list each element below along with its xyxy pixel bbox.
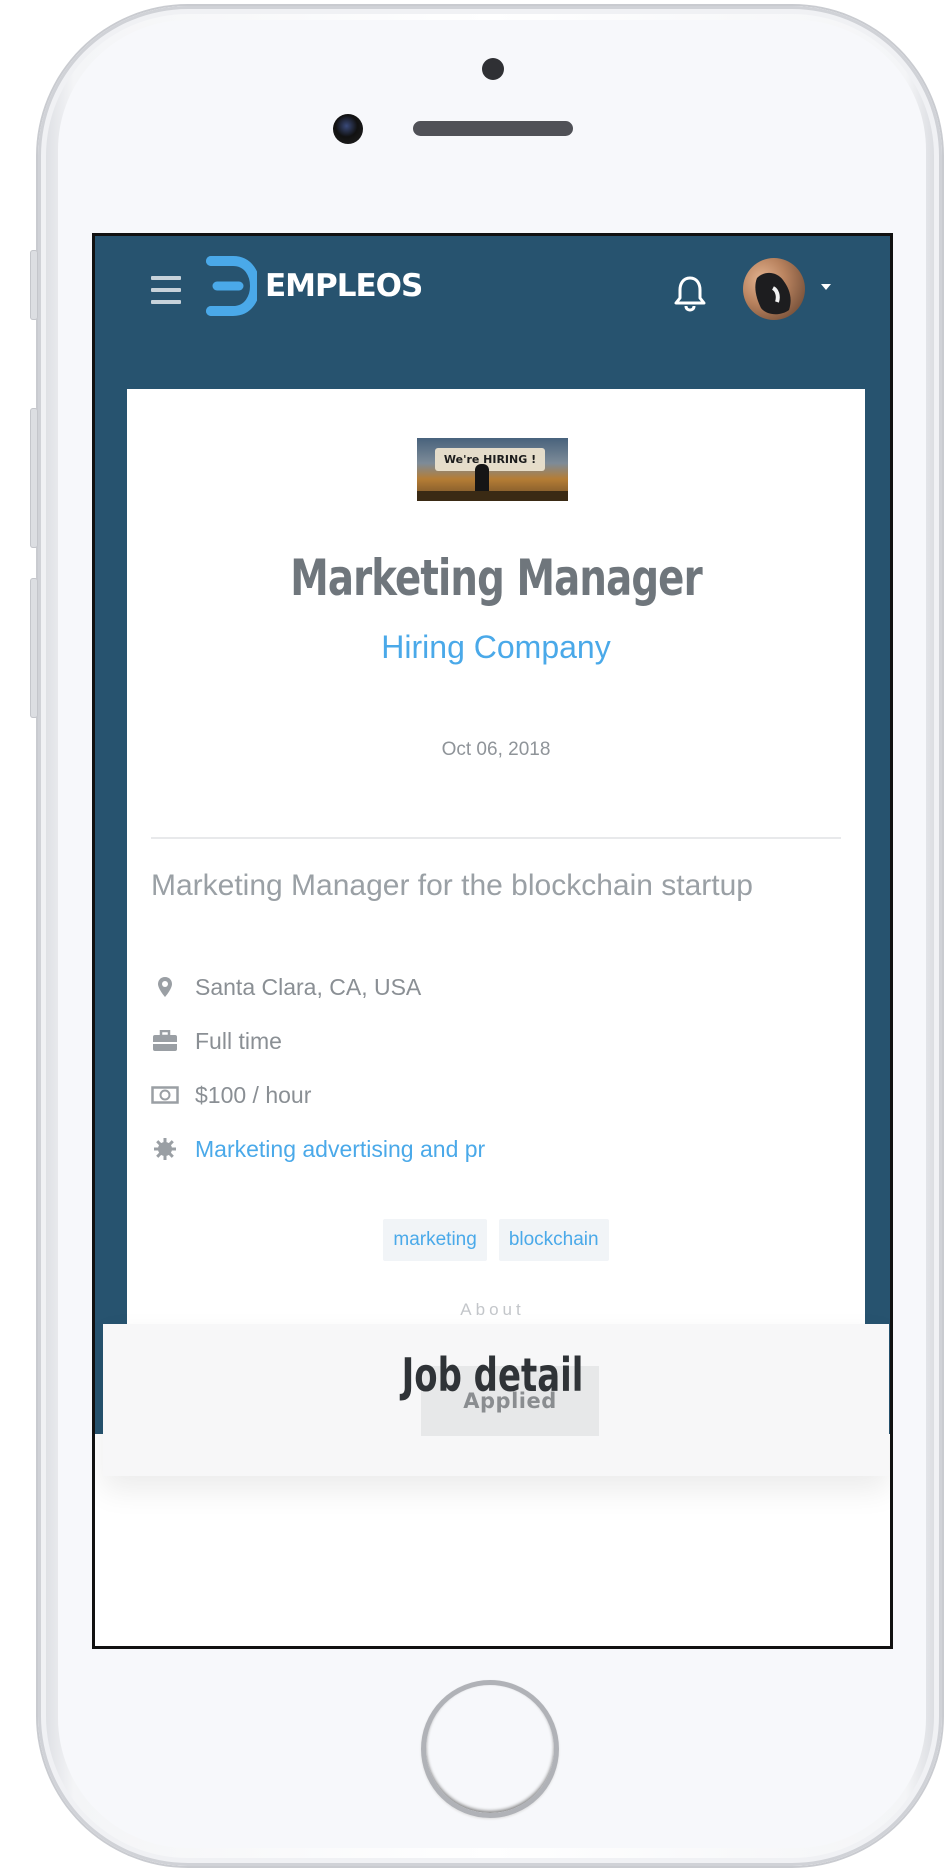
home-button[interactable] [421,1680,559,1818]
tag-marketing[interactable]: marketing [383,1219,487,1261]
phone-screen: EMPLEOS We're HIRING ! Marketing Manager… [92,233,893,1649]
brand[interactable]: EMPLEOS [205,253,423,319]
proximity-sensor [482,58,504,80]
empleos-logo-icon [206,256,257,316]
briefcase-icon [151,1027,179,1055]
job-image: We're HIRING ! [417,438,568,501]
front-camera [333,114,363,144]
gear-icon [151,1135,179,1163]
detail-text: $100 / hour [195,1081,312,1108]
detail-salary: $100 / hour [151,1075,311,1115]
detail-job-type: Full time [151,1021,282,1061]
top-navbar: EMPLEOS [95,236,890,356]
company-link[interactable]: Hiring Company [127,629,865,666]
caret-down-icon[interactable] [821,284,831,290]
hiring-banner-text: We're HIRING ! [435,448,545,471]
job-detail-heading: Job detail [401,1348,584,1402]
hamburger-icon[interactable] [151,276,181,304]
volume-down-button [30,578,38,718]
avatar-photo [755,272,791,315]
volume-up-button [30,408,38,548]
map-marker-icon [151,973,179,1001]
detail-category[interactable]: Marketing advertising and pr [151,1129,485,1169]
category-link[interactable]: Marketing advertising and pr [195,1136,485,1163]
tag-blockchain[interactable]: blockchain [498,1219,609,1261]
detail-text: Santa Clara, CA, USA [195,973,422,1000]
earpiece-speaker [413,121,573,136]
job-summary: Marketing Manager for the blockchain sta… [151,869,753,902]
mute-switch [30,250,38,320]
money-icon [151,1081,179,1109]
divider [151,837,841,839]
posted-date: Oct 06, 2018 [441,739,551,760]
job-title: Marketing Manager [290,549,702,607]
bell-icon[interactable] [672,274,708,312]
tag-list: marketing blockchain [127,1219,865,1261]
brand-name: EMPLEOS [265,268,423,304]
avatar[interactable] [743,258,805,320]
about-label: About [460,1300,525,1319]
detail-text: Full time [195,1027,282,1054]
job-card: We're HIRING ! Marketing Manager Hiring … [127,389,865,1434]
detail-location: Santa Clara, CA, USA [151,967,421,1007]
